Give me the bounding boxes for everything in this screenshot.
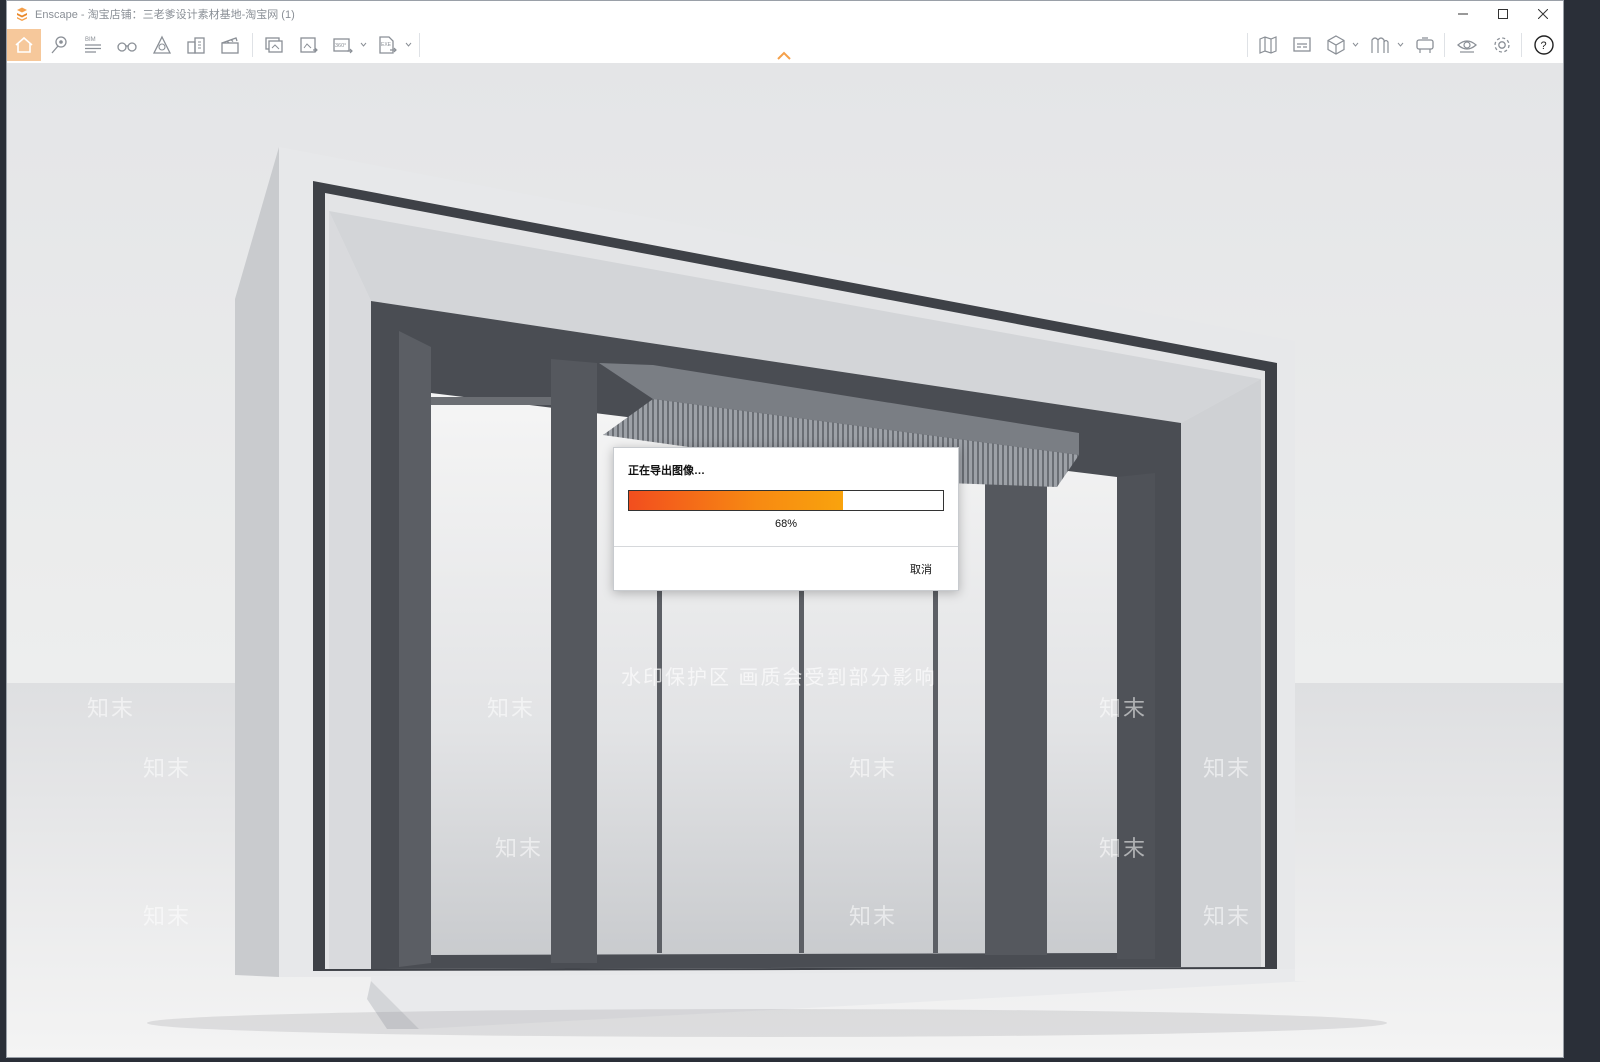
settings-button[interactable]	[1487, 29, 1517, 61]
chevron-down-icon[interactable]	[1397, 41, 1404, 48]
watermark-text: 知末	[849, 904, 898, 929]
help-button[interactable]: ?	[1529, 29, 1559, 61]
watermark-text: 知末	[143, 756, 192, 781]
chevron-down-icon[interactable]	[360, 41, 367, 48]
cube-button[interactable]	[1321, 29, 1351, 61]
watermark-text: 知末	[495, 836, 544, 861]
svg-text:360°: 360°	[335, 43, 346, 49]
batch-render-button[interactable]	[259, 29, 289, 61]
svg-text:?: ?	[1541, 40, 1547, 52]
watermark-text: 知末	[1099, 696, 1148, 721]
exe-export-icon: EXE	[379, 36, 397, 54]
home-icon	[15, 36, 33, 53]
minimize-button[interactable]	[1443, 1, 1483, 27]
watermark-text: 知末	[143, 904, 192, 929]
minimize-icon	[1458, 13, 1468, 15]
watermark-text: 知末	[87, 696, 136, 721]
title-bar: Enscape - 淘宝店铺：三老爹设计素材基地-淘宝网 (1)	[7, 1, 1563, 27]
vr-headset-button[interactable]	[1410, 29, 1440, 61]
vr-headset-icon	[1416, 37, 1434, 53]
watermark-text: 知末	[487, 696, 536, 721]
visual-settings-button[interactable]	[1452, 29, 1482, 61]
toolbar-separator	[1444, 33, 1445, 57]
progress-bar	[628, 490, 944, 511]
position-button[interactable]	[44, 29, 74, 61]
panorama-export-icon	[300, 37, 318, 53]
video-editor-button[interactable]	[215, 29, 245, 61]
binoculars-button[interactable]	[112, 29, 142, 61]
map-button[interactable]	[1253, 29, 1283, 61]
progress-percent-label: 68%	[774, 518, 798, 530]
360-panorama-button[interactable]: 360°	[328, 29, 358, 61]
cube-icon	[1327, 35, 1345, 55]
cancel-button[interactable]: 取消	[910, 561, 932, 577]
chevron-down-icon[interactable]	[1352, 41, 1359, 48]
toolbar-separator	[1247, 33, 1248, 57]
location-pin-icon	[51, 36, 67, 54]
bim-icon: BIM	[85, 37, 101, 53]
binoculars-icon	[117, 42, 137, 52]
rendering-icon	[1293, 37, 1311, 52]
watermark-text: 知末	[1203, 904, 1252, 929]
svg-text:BIM: BIM	[85, 37, 96, 43]
dialog-title: 正在导出图像…	[628, 465, 705, 477]
dialog-divider	[614, 546, 958, 547]
export-progress-dialog: 正在导出图像… 68% 取消	[613, 447, 959, 591]
close-button[interactable]	[1523, 1, 1563, 27]
settings-icon	[1494, 37, 1510, 53]
asset-library-icon	[1371, 37, 1389, 53]
clapperboard-icon	[221, 37, 239, 54]
perspective-button[interactable]	[147, 29, 177, 61]
asset-library-button[interactable]	[1365, 29, 1395, 61]
map-icon	[1259, 36, 1277, 54]
close-icon	[1538, 9, 1548, 19]
window-controls	[1443, 1, 1563, 27]
watermark-text: 知末	[849, 756, 898, 781]
eye-icon	[1457, 40, 1477, 53]
watermark-text: 知末	[1099, 836, 1148, 861]
progress-fill	[629, 491, 843, 510]
toolbar-separator	[1521, 33, 1522, 57]
bim-button[interactable]: BIM	[78, 29, 108, 61]
home-button[interactable]	[7, 29, 41, 61]
watermark-banner: 水印保护区 画质会受到部分影响	[621, 667, 937, 689]
perspective-icon	[152, 35, 172, 54]
chevron-down-icon[interactable]	[405, 41, 412, 48]
maximize-button[interactable]	[1483, 1, 1523, 27]
watermark-text: 知末	[1203, 756, 1252, 781]
enscape-window: Enscape - 淘宝店铺：三老爹设计素材基地-淘宝网 (1) BIM 360…	[6, 0, 1564, 1058]
collapse-toolbar-icon[interactable]	[777, 51, 791, 61]
svg-text:EXE: EXE	[381, 42, 392, 48]
toolbar-separator	[252, 33, 253, 57]
enscape-logo-icon	[17, 7, 27, 21]
360-panorama-icon: 360°	[333, 38, 353, 54]
help-icon: ?	[1534, 35, 1554, 55]
buildings-button[interactable]	[181, 29, 211, 61]
exe-export-button[interactable]: EXE	[372, 29, 402, 61]
buildings-icon	[187, 37, 205, 54]
rendering-button[interactable]	[1287, 29, 1317, 61]
render-viewport[interactable]: 水印保护区 画质会受到部分影响 知末 知末 知末 知末 知末 知末 知末 知末 …	[7, 51, 1563, 1057]
toolbar-separator	[419, 33, 420, 57]
maximize-icon	[1498, 9, 1508, 19]
panorama-export-button[interactable]	[294, 29, 324, 61]
batch-render-icon	[265, 37, 283, 53]
window-title: Enscape - 淘宝店铺：三老爹设计素材基地-淘宝网 (1)	[35, 9, 295, 21]
